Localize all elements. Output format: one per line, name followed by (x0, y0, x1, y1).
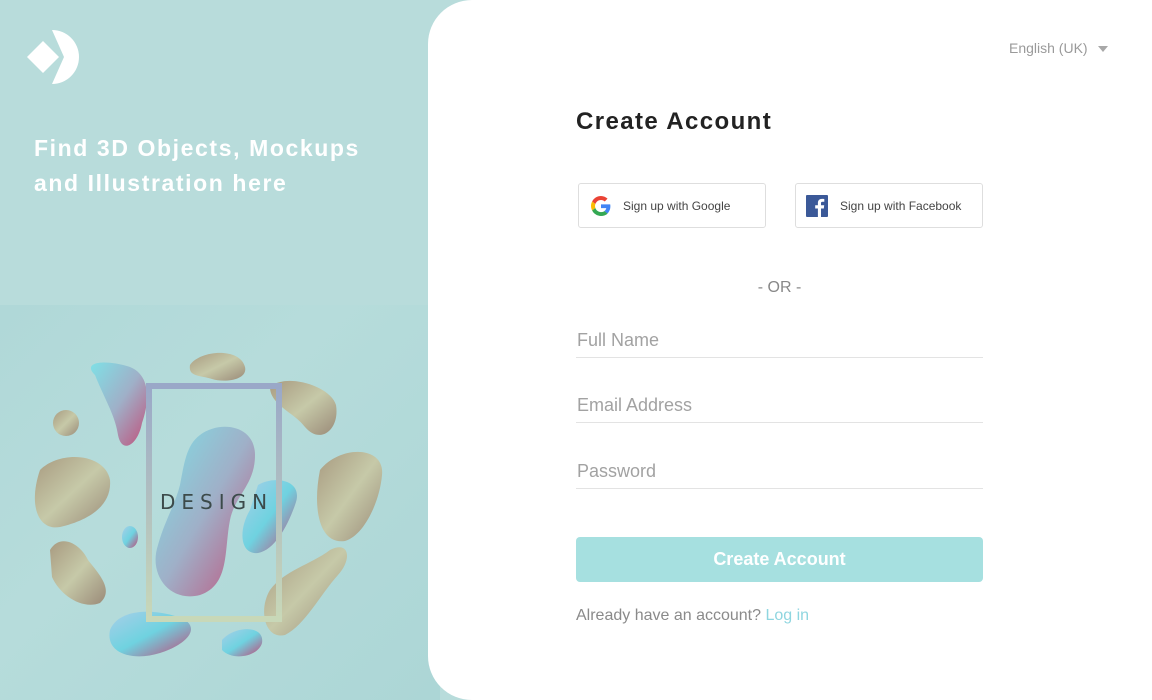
password-field[interactable] (576, 455, 983, 489)
google-signup-button[interactable]: Sign up with Google (578, 183, 766, 228)
art-label: DESIGN (160, 490, 274, 514)
or-divider: - OR - (757, 279, 802, 296)
full-name-field[interactable] (576, 324, 983, 358)
brand-panel: Find 3D Objects, Mockups and Illustratio… (0, 0, 440, 700)
tagline-line-2: and Illustration here (34, 170, 288, 196)
google-icon (591, 195, 611, 216)
facebook-icon (806, 194, 828, 217)
tagline: Find 3D Objects, Mockups and Illustratio… (34, 131, 414, 201)
logo-icon[interactable] (26, 28, 82, 86)
facebook-signup-label: Sign up with Facebook (840, 198, 962, 213)
email-field[interactable] (576, 389, 983, 423)
language-selector[interactable]: English (UK) (1009, 38, 1108, 58)
tagline-line-1: Find 3D Objects, Mockups (34, 135, 360, 161)
login-link[interactable]: Log in (765, 607, 809, 624)
google-signup-label: Sign up with Google (623, 198, 731, 213)
facebook-signup-button[interactable]: Sign up with Facebook (795, 183, 983, 228)
login-prompt: Already have an account? Log in (576, 607, 809, 625)
login-prompt-text: Already have an account? (576, 607, 762, 624)
chevron-down-icon (1097, 46, 1108, 52)
create-account-button[interactable]: Create Account (576, 537, 983, 582)
language-label: English (UK) (1009, 40, 1088, 56)
page-title: Create Account (576, 108, 773, 135)
